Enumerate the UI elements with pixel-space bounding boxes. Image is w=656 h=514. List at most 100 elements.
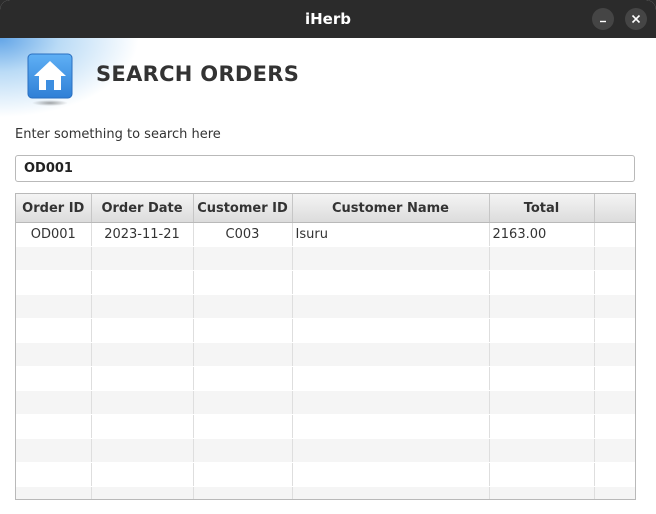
cell-total bbox=[489, 414, 595, 439]
cell-order-id bbox=[16, 414, 92, 439]
cell-filler bbox=[594, 390, 635, 415]
table-row[interactable] bbox=[16, 438, 635, 463]
cell-order-id bbox=[16, 318, 92, 343]
cell-customer-id bbox=[193, 390, 293, 415]
minimize-icon bbox=[600, 20, 606, 23]
cell-order-id bbox=[16, 342, 92, 367]
cell-order-date: 2023-11-21 bbox=[91, 222, 194, 247]
cell-customer-id bbox=[193, 486, 293, 499]
table-row[interactable] bbox=[16, 366, 635, 391]
cell-order-date bbox=[91, 318, 194, 343]
cell-filler bbox=[594, 462, 635, 487]
table-row[interactable] bbox=[16, 270, 635, 295]
cell-total bbox=[489, 294, 595, 319]
cell-order-id bbox=[16, 366, 92, 391]
cell-order-id bbox=[16, 390, 92, 415]
cell-order-date bbox=[91, 270, 194, 295]
cell-order-date bbox=[91, 246, 194, 271]
cell-total bbox=[489, 366, 595, 391]
table-row[interactable] bbox=[16, 414, 635, 439]
table-body: OD001 2023-11-21 C003 Isuru 2163.00 bbox=[16, 222, 635, 499]
main-content: SEARCH ORDERS Enter something to search … bbox=[0, 38, 656, 514]
cell-filler bbox=[594, 414, 635, 439]
cell-customer-name bbox=[292, 270, 490, 295]
cell-order-id bbox=[16, 246, 92, 271]
column-header-total[interactable]: Total bbox=[489, 194, 595, 223]
cell-order-id bbox=[16, 294, 92, 319]
cell-filler bbox=[594, 438, 635, 463]
search-input[interactable] bbox=[15, 155, 635, 182]
table-header-row: Order ID Order Date Customer ID Customer… bbox=[16, 194, 635, 223]
cell-order-date bbox=[91, 366, 194, 391]
table-row[interactable] bbox=[16, 318, 635, 343]
cell-filler bbox=[594, 366, 635, 391]
column-header-customer-name[interactable]: Customer Name bbox=[292, 194, 490, 223]
cell-total bbox=[489, 318, 595, 343]
cell-filler bbox=[594, 222, 635, 247]
table-row[interactable]: OD001 2023-11-21 C003 Isuru 2163.00 bbox=[16, 222, 635, 247]
column-header-order-date[interactable]: Order Date bbox=[91, 194, 194, 223]
cell-total bbox=[489, 246, 595, 271]
cell-total bbox=[489, 486, 595, 499]
cell-customer-id bbox=[193, 366, 293, 391]
table-row[interactable] bbox=[16, 294, 635, 319]
table-row[interactable] bbox=[16, 246, 635, 271]
cell-filler bbox=[594, 318, 635, 343]
cell-customer-id bbox=[193, 438, 293, 463]
cell-filler bbox=[594, 342, 635, 367]
cell-order-id bbox=[16, 270, 92, 295]
cell-customer-name bbox=[292, 390, 490, 415]
home-icon[interactable] bbox=[26, 52, 74, 108]
cell-customer-id bbox=[193, 342, 293, 367]
cell-order-date bbox=[91, 486, 194, 499]
cell-customer-name bbox=[292, 462, 490, 487]
window-title: iHerb bbox=[304, 10, 351, 28]
close-button[interactable] bbox=[625, 8, 647, 30]
column-header-customer-id[interactable]: Customer ID bbox=[193, 194, 293, 223]
cell-customer-name bbox=[292, 246, 490, 271]
cell-filler bbox=[594, 270, 635, 295]
cell-order-date bbox=[91, 342, 194, 367]
cell-total bbox=[489, 438, 595, 463]
cell-order-date bbox=[91, 438, 194, 463]
column-header-filler bbox=[594, 194, 635, 223]
cell-customer-id bbox=[193, 318, 293, 343]
close-icon bbox=[631, 14, 641, 24]
cell-order-id bbox=[16, 486, 92, 499]
cell-customer-id bbox=[193, 294, 293, 319]
column-header-order-id[interactable]: Order ID bbox=[16, 194, 92, 223]
cell-customer-name bbox=[292, 486, 490, 499]
cell-total bbox=[489, 390, 595, 415]
cell-total bbox=[489, 342, 595, 367]
cell-customer-name bbox=[292, 414, 490, 439]
cell-order-date bbox=[91, 414, 194, 439]
table-row[interactable] bbox=[16, 486, 635, 499]
cell-order-date bbox=[91, 390, 194, 415]
table-row[interactable] bbox=[16, 342, 635, 367]
cell-customer-id bbox=[193, 462, 293, 487]
cell-customer-name bbox=[292, 294, 490, 319]
cell-order-id: OD001 bbox=[16, 222, 92, 247]
cell-customer-name bbox=[292, 318, 490, 343]
cell-total: 2163.00 bbox=[489, 222, 595, 247]
cell-customer-name bbox=[292, 438, 490, 463]
page-title: SEARCH ORDERS bbox=[96, 62, 300, 86]
cell-filler bbox=[594, 246, 635, 271]
cell-order-date bbox=[91, 462, 194, 487]
cell-customer-name bbox=[292, 342, 490, 367]
cell-customer-id bbox=[193, 270, 293, 295]
search-label: Enter something to search here bbox=[15, 127, 221, 142]
cell-filler bbox=[594, 294, 635, 319]
table-row[interactable] bbox=[16, 462, 635, 487]
table-row[interactable] bbox=[16, 390, 635, 415]
cell-customer-name: Isuru bbox=[292, 222, 490, 247]
cell-customer-id bbox=[193, 246, 293, 271]
cell-customer-id: C003 bbox=[193, 222, 293, 247]
cell-order-id bbox=[16, 462, 92, 487]
cell-order-id bbox=[16, 438, 92, 463]
minimize-button[interactable] bbox=[592, 8, 614, 30]
cell-customer-name bbox=[292, 366, 490, 391]
orders-table[interactable]: Order ID Order Date Customer ID Customer… bbox=[15, 193, 636, 500]
title-bar[interactable]: iHerb bbox=[0, 0, 656, 38]
cell-order-date bbox=[91, 294, 194, 319]
